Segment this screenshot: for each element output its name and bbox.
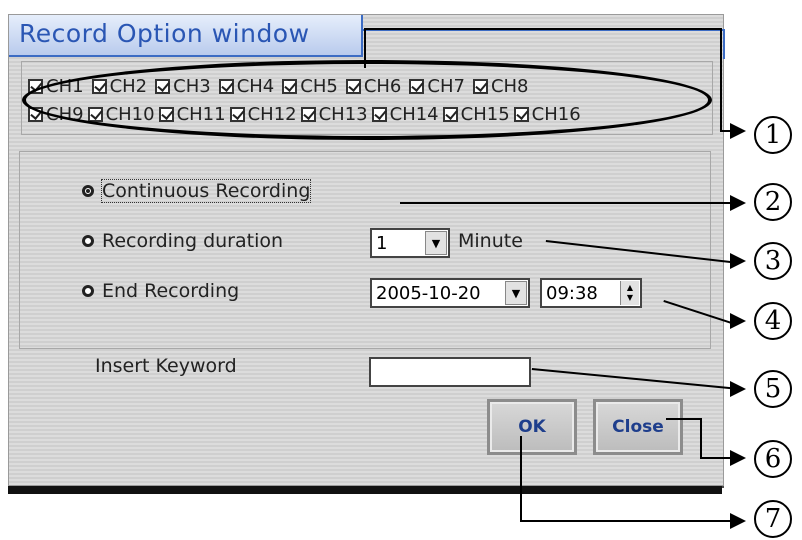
recording-options-group: Continuous Recording Recording duration … [19,151,711,349]
callout-number-4: 4 [754,302,792,340]
callout-5-arrowhead [730,381,746,397]
callout-number-5: 5 [754,370,792,408]
duration-value: 1 [376,232,388,254]
spinner-arrows-icon[interactable]: ▲ ▼ [620,281,639,305]
callout-1-line [364,28,722,30]
callout-7-line [520,520,732,522]
callout-number-6: 6 [754,440,792,478]
radio-icon [82,285,94,297]
end-recording-label: End Recording [102,280,240,302]
callout-4-arrowhead [730,313,746,329]
callout-6-arrowhead [730,450,746,466]
callout-number-3: 3 [754,242,792,280]
end-time-spinner[interactable]: 09:38 ▲ ▼ [540,278,642,308]
callout-3-arrowhead [730,253,746,269]
recording-duration-label: Recording duration [102,230,284,252]
callout-1-line [720,28,722,132]
chevron-down-icon[interactable]: ▼ [425,231,447,255]
continuous-recording-radio[interactable]: Continuous Recording [82,179,312,203]
ok-button[interactable]: OK [487,399,577,455]
chevron-down-icon[interactable]: ▼ [505,281,527,305]
callout-2-arrowhead [730,195,746,211]
callout-1-line [364,28,366,68]
keyword-input[interactable] [369,357,531,387]
end-time-value: 09:38 [546,282,598,304]
recording-duration-radio[interactable]: Recording duration [82,230,283,252]
insert-keyword-label: Insert Keyword [95,355,237,377]
duration-select[interactable]: 1 ▼ [370,228,450,258]
radio-selected-icon [82,185,94,197]
end-date-value: 2005-10-20 [376,282,481,304]
window-bottom-edge [8,486,722,494]
callout-2-line [400,202,730,204]
callout-6-line [666,418,702,420]
end-recording-radio[interactable]: End Recording [82,280,239,302]
end-date-picker[interactable]: 2005-10-20 ▼ [370,278,530,308]
callout-number-2: 2 [754,183,792,221]
callout-7-arrowhead [730,513,746,529]
callout-number-1: 1 [754,116,792,154]
close-button[interactable]: Close [593,399,683,455]
callout-number-7: 7 [754,500,792,538]
callout-1-arrowhead [730,123,746,139]
title-border-right [723,29,725,59]
channels-highlight-ellipse [22,60,712,140]
radio-icon [82,235,94,247]
duration-unit: Minute [458,230,523,252]
title-bar[interactable]: Record Option window [9,15,363,57]
window-title: Record Option window [19,19,310,48]
callout-6-line [700,457,732,459]
continuous-recording-label: Continuous Recording [100,179,312,203]
callout-6-line [700,418,702,458]
callout-7-line [520,436,522,522]
